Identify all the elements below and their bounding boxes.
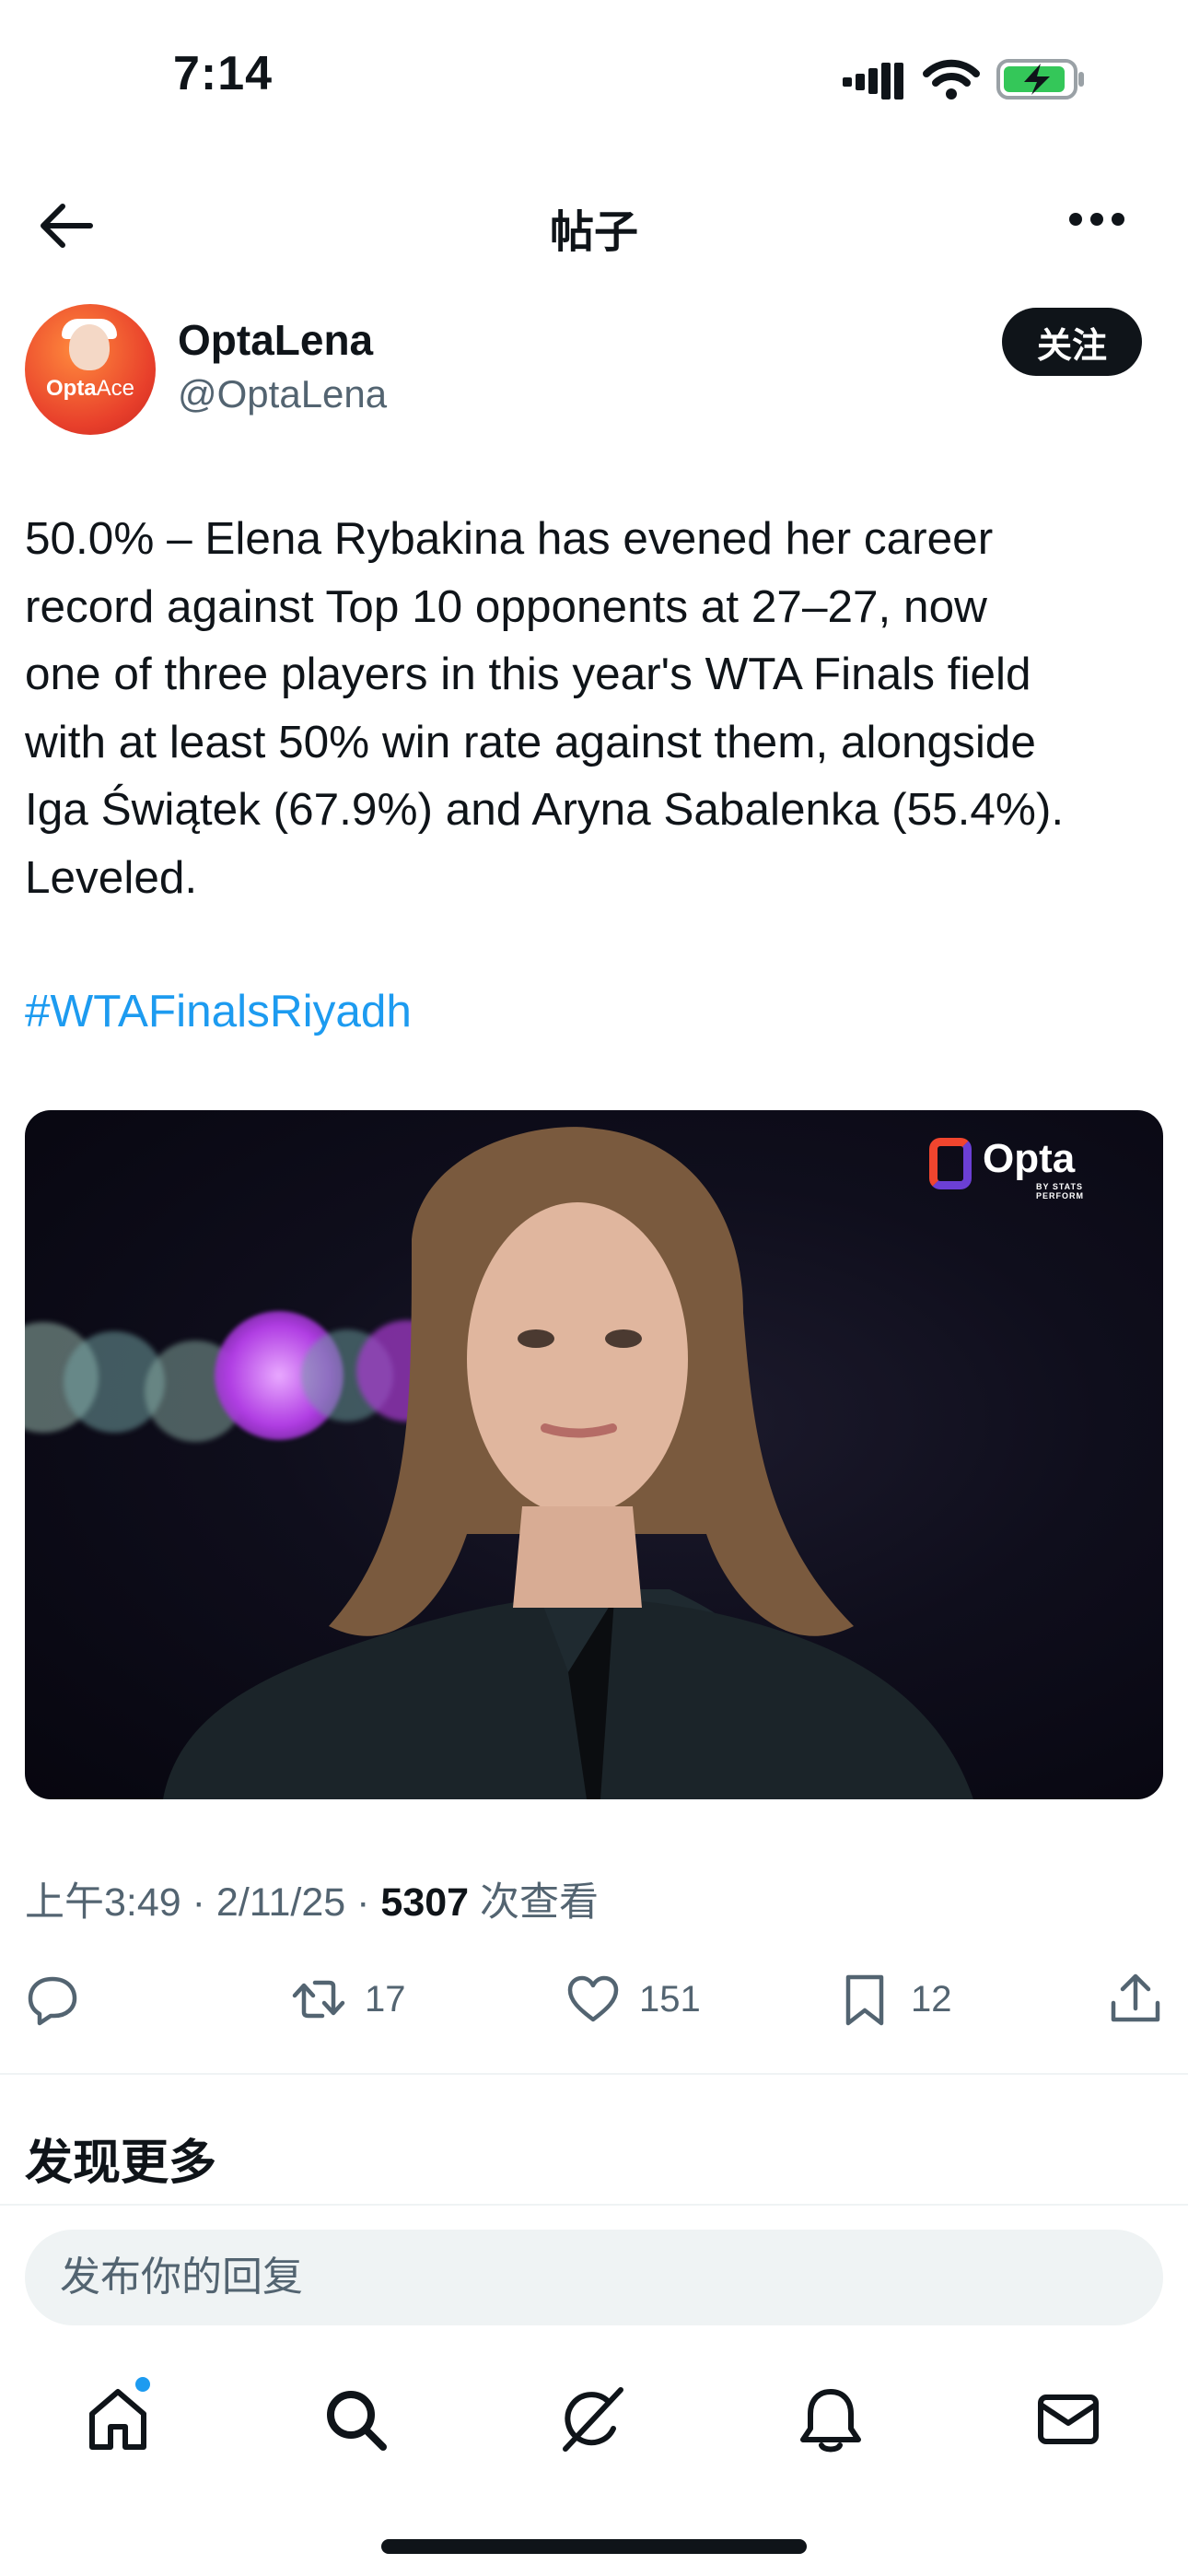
top-navigation: 帖子 [0,175,1188,276]
tweet-line: 50.0% – Elena Rybakina has evened her ca… [25,513,994,564]
home-icon [89,2389,146,2450]
tweet-line: Iga Świątek (67.9%) and Aryna Sabalenka … [25,784,1065,835]
tweet-line: with at least 50% win rate against them,… [25,716,1036,767]
tab-home[interactable] [83,2384,153,2454]
opta-mark-icon [929,1138,972,1189]
retweet-icon [292,1980,345,2019]
bottom-tab-bar [0,2368,1188,2469]
home-unread-dot [135,2377,150,2392]
view-count: 5307 [380,1880,470,1925]
discover-more-heading: 发现更多 [25,2137,217,2190]
tweet-image[interactable]: Opta BY STATS PERFORM [25,1110,1163,1799]
like-count: 151 [639,1978,701,2020]
reply-input[interactable] [25,2230,1163,2325]
tab-search[interactable] [320,2384,390,2454]
search-icon [327,2391,387,2451]
bell-icon [800,2389,861,2453]
author-handle[interactable]: @OptaLena [178,372,387,416]
tab-grok[interactable] [558,2384,628,2454]
share-icon [1111,1973,1160,2022]
tweet-line: one of three players in this year's WTA … [25,649,1031,699]
tweet-text: 50.0% – Elena Rybakina has evened her ca… [25,505,1167,911]
heart-icon [567,1975,619,2022]
hashtag-link[interactable]: #WTAFinalsRiyadh [25,978,412,1046]
retweet-count: 17 [365,1978,406,2020]
like-button[interactable]: 151 [565,1962,701,2036]
avatar-label: OptaAce [45,376,135,401]
tweet-meta: 上午3:49 · 2/11/25 · 5307 次查看 [25,1880,600,1925]
divider [0,2204,1188,2206]
grok-icon [563,2387,623,2452]
person-silhouette [163,1127,973,1799]
bookmark-count: 12 [911,1978,952,2020]
wifi-icon [923,59,980,100]
reply-icon [28,1976,77,2026]
tweet-actions: 17 151 12 [0,1962,1188,2036]
share-button[interactable] [1108,1962,1163,2036]
tweet-date: 2/11/25 [215,1880,346,1925]
reply-button[interactable] [25,1962,80,2036]
page-title: 帖子 [549,208,638,257]
more-options-icon[interactable] [1068,210,1125,228]
author-name[interactable]: OptaLena [178,315,373,365]
cellular-signal-icon [843,63,903,100]
views-label: 次查看 [480,1880,600,1925]
status-bar: 7:14 [0,0,1188,147]
battery-charging-icon [996,59,1084,100]
retweet-button[interactable]: 17 [291,1962,406,2036]
avatar[interactable]: OptaAce [25,304,156,435]
avatar-face-shape [69,324,110,370]
bookmark-button[interactable]: 12 [837,1962,952,2036]
tweet-line: Leveled. [25,851,198,903]
tab-notifications[interactable] [796,2384,866,2454]
divider [0,2073,1188,2075]
follow-button[interactable]: 关注 [1002,308,1142,376]
bookmark-icon [845,1974,884,2026]
tab-messages[interactable] [1033,2384,1103,2454]
opta-logo: Opta BY STATS PERFORM [929,1130,1104,1200]
home-indicator[interactable] [381,2539,807,2554]
tweet-line: record against Top 10 opponents at 27–27… [25,580,987,632]
mail-icon [1038,2395,1099,2444]
status-time: 7:14 [173,47,274,100]
tweet-time: 上午3:49 [25,1880,181,1925]
